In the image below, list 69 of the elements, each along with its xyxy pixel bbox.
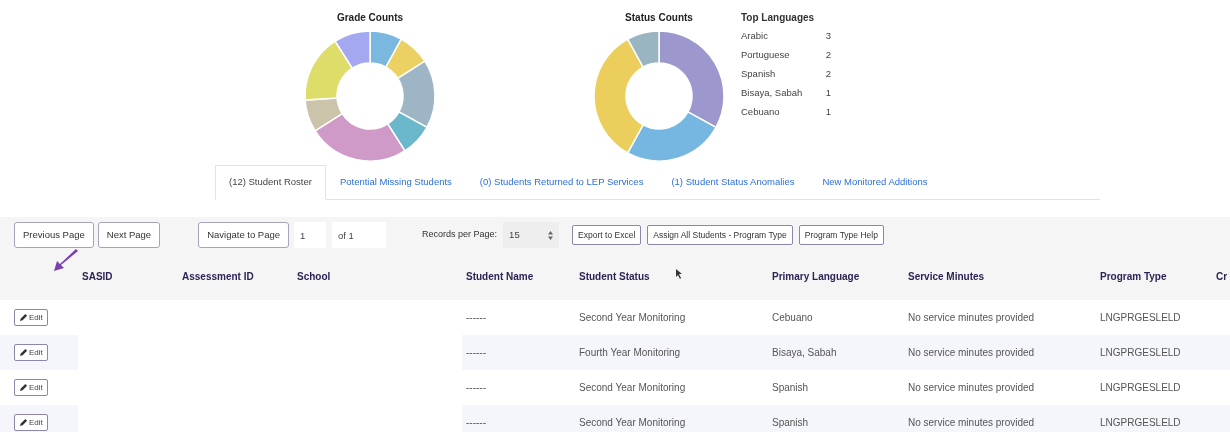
table-cell: Second Year Monitoring [575, 405, 768, 432]
export-to-excel-button[interactable]: Export to Excel [572, 225, 642, 245]
arrow-icon [52, 249, 80, 273]
table-cell: ------ [462, 300, 575, 335]
tab[interactable]: (0) Students Returned to LEP Services [465, 165, 658, 199]
table-cell: ------ [462, 370, 575, 405]
pencil-icon [19, 348, 28, 357]
program-type-help-button[interactable]: Program Type Help [798, 225, 884, 245]
table-cell: No service minutes provided [904, 405, 1096, 432]
tab[interactable]: Potential Missing Students [325, 165, 466, 199]
column-header: Program Type [1096, 253, 1212, 300]
table-cell: Second Year Monitoring [575, 300, 768, 335]
table-cell: Spanish [768, 370, 904, 405]
pencil-icon [19, 383, 28, 392]
pencil-icon [19, 418, 28, 427]
table-cell: LNGPRGESLELD [1096, 300, 1212, 335]
column-header: Student Name [462, 253, 575, 300]
language-count: 1 [825, 86, 831, 100]
language-name: Spanish [741, 67, 776, 81]
language-name: Arabic [741, 29, 768, 43]
tab[interactable]: (12) Student Roster [215, 165, 326, 200]
table-cell: Spanish [768, 405, 904, 432]
tab[interactable]: (1) Student Status Anomalies [657, 165, 809, 199]
column-header: Primary Language [768, 253, 904, 300]
table-cell: LNGPRGESLELD [1096, 335, 1212, 370]
language-name: Bisaya, Sabah [741, 86, 803, 100]
column-header: SASID [78, 253, 178, 300]
table-cell: No service minutes provided [904, 300, 1096, 335]
previous-page-button[interactable]: Previous Page [14, 222, 94, 248]
legend-title: Top Languages [741, 11, 816, 25]
column-header: Cr [1212, 253, 1230, 300]
pencil-icon [19, 313, 28, 322]
edit-button[interactable]: Edit [14, 309, 48, 326]
select-value: 15 [509, 227, 520, 242]
chart-title: Status Counts [625, 11, 693, 25]
select-arrows-icon [548, 230, 554, 240]
records-select[interactable]: 15 [503, 222, 560, 248]
column-header: Assessment ID [178, 253, 293, 300]
language-count: 2 [825, 48, 831, 62]
language-name: Portuguese [741, 48, 790, 62]
table-cell: ------ [462, 405, 575, 432]
column-header: Service Minutes [904, 253, 1096, 300]
table-cell: ------ [462, 335, 575, 370]
page-number-field[interactable]: 1 [294, 222, 327, 248]
table-cell: LNGPRGESLELD [1096, 370, 1212, 405]
edit-button[interactable]: Edit [14, 344, 48, 361]
edit-button[interactable]: Edit [14, 379, 48, 396]
next-page-button[interactable]: Next Page [97, 222, 161, 248]
language-count: 2 [825, 67, 831, 81]
table-cell: LNGPRGESLELD [1096, 405, 1212, 432]
language-count: 1 [825, 105, 831, 119]
navigate-to-page-button[interactable]: Navigate to Page [198, 222, 290, 248]
cursor-icon [676, 269, 683, 280]
tab[interactable]: New Monitored Additions [808, 165, 942, 199]
table-cell: Second Year Monitoring [575, 370, 768, 405]
column-header: School [293, 253, 462, 300]
table-cell: Cebuano [768, 300, 904, 335]
table-cell: Bisaya, Sabah [768, 335, 904, 370]
chart-title: Grade Counts [336, 11, 404, 25]
column-header: Student Status [575, 253, 768, 300]
language-name: Cebuano [741, 105, 780, 119]
table-cell: Fourth Year Monitoring [575, 335, 768, 370]
table-cell: No service minutes provided [904, 335, 1096, 370]
edit-button[interactable]: Edit [14, 414, 48, 431]
records-per-page-label: Records per Page: [422, 228, 498, 242]
language-count: 3 [825, 29, 831, 43]
page-count-field[interactable]: of 1 [332, 222, 387, 248]
table-cell: No service minutes provided [904, 370, 1096, 405]
assign-program-type-button[interactable]: Assign All Students - Program Type [647, 225, 793, 245]
